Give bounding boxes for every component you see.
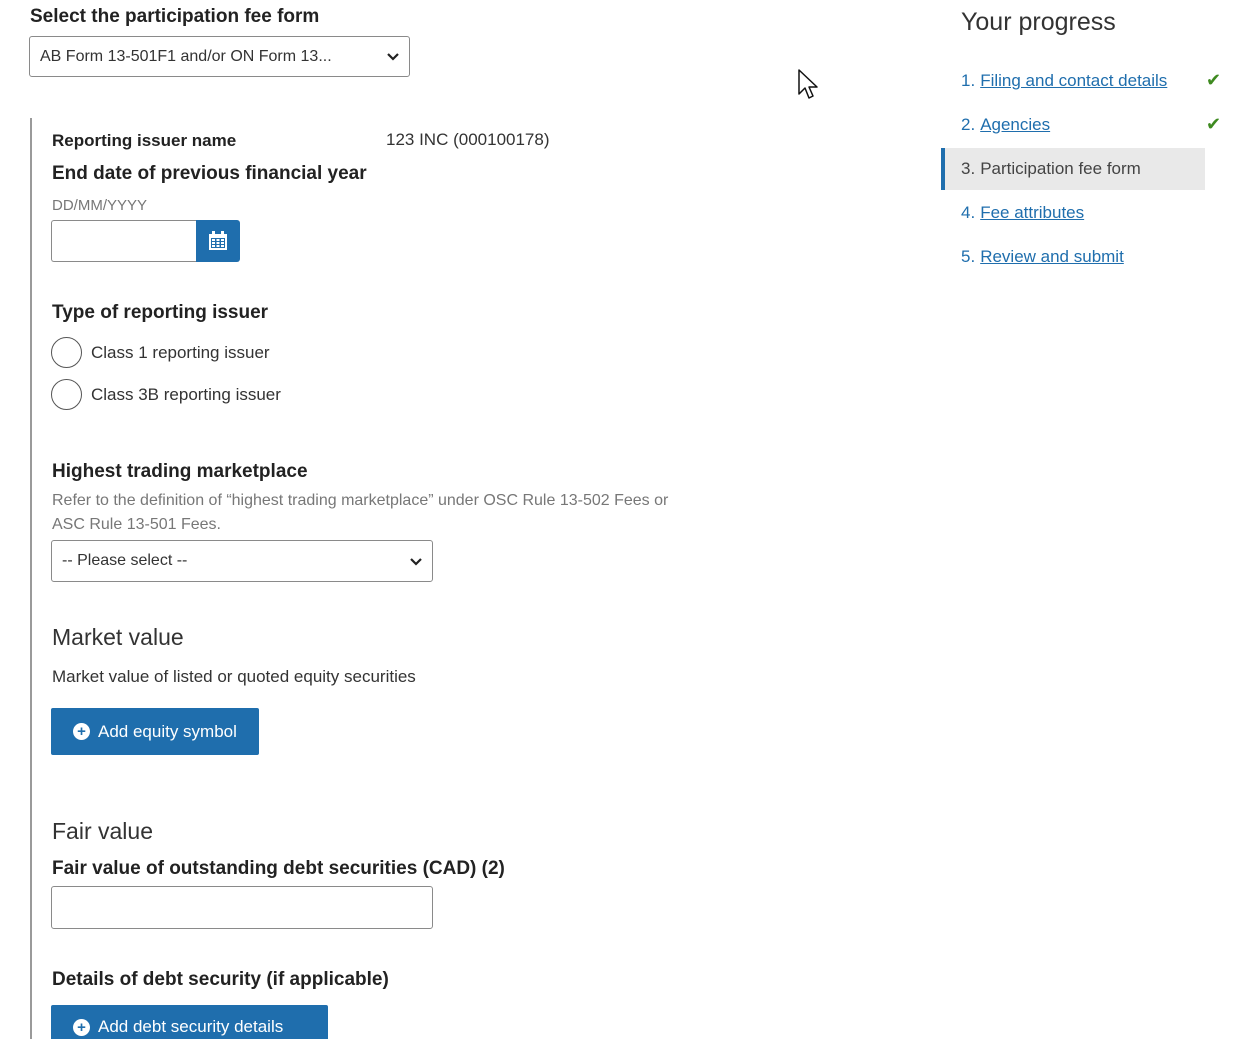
step-number: 5. xyxy=(961,247,976,266)
fair-value-heading: Fair value xyxy=(52,818,153,844)
plus-circle-icon: + xyxy=(73,1018,90,1036)
marketplace-hint-line-2: ASC Rule 13-501 Fees. xyxy=(52,516,221,533)
progress-step-agencies[interactable]: 2. Agencies xyxy=(941,104,1205,146)
radio-button[interactable] xyxy=(51,379,82,410)
radio-button[interactable] xyxy=(51,337,82,368)
fair-value-field-label: Fair value of outstanding debt securitie… xyxy=(52,858,505,879)
marketplace-label: Highest trading marketplace xyxy=(52,461,308,482)
end-date-label: End date of previous financial year xyxy=(52,163,367,184)
progress-title: Your progress xyxy=(961,8,1116,36)
step-label-current: Participation fee form xyxy=(980,159,1141,178)
debt-details-label: Details of debt security (if applicable) xyxy=(52,969,389,990)
step-link[interactable]: Review and submit xyxy=(980,247,1124,267)
market-value-heading: Market value xyxy=(52,624,184,650)
progress-step-participation-fee-form[interactable]: 3. Participation fee form xyxy=(941,148,1205,190)
market-value-description: Market value of listed or quoted equity … xyxy=(52,667,416,686)
fair-value-input[interactable] xyxy=(51,886,433,929)
chevron-down-icon xyxy=(387,49,399,64)
marketplace-select-value: -- Please select -- xyxy=(62,552,188,569)
calendar-button[interactable] xyxy=(196,220,240,262)
radio-label: Class 1 reporting issuer xyxy=(91,342,270,362)
progress-step-fee-attributes[interactable]: 4. Fee attributes xyxy=(941,192,1205,234)
step-number: 1. xyxy=(961,71,976,90)
add-debt-security-details-label: Add debt security details xyxy=(98,1017,284,1036)
step-number: 3. xyxy=(961,159,976,178)
marketplace-hint-line-1: Refer to the definition of “highest trad… xyxy=(52,492,669,509)
step-link[interactable]: Filing and contact details xyxy=(980,71,1167,91)
marketplace-dropdown[interactable]: -- Please select -- xyxy=(51,540,433,582)
progress-step-filing[interactable]: 1. Filing and contact details xyxy=(941,60,1205,102)
add-equity-symbol-label: Add equity symbol xyxy=(98,721,237,741)
issuer-type-label: Type of reporting issuer xyxy=(52,302,269,323)
chevron-down-icon xyxy=(410,554,422,569)
progress-step-review-submit[interactable]: 5. Review and submit xyxy=(941,236,1205,278)
section-divider-line xyxy=(30,118,32,1039)
step-number: 4. xyxy=(961,203,976,222)
radio-class-3b[interactable]: Class 3B reporting issuer xyxy=(51,379,281,410)
plus-circle-icon: + xyxy=(73,723,90,740)
date-format-hint: DD/MM/YYYY xyxy=(52,197,148,214)
checkmark-icon: ✔ xyxy=(1206,70,1222,90)
step-link[interactable]: Fee attributes xyxy=(980,203,1084,223)
issuer-name-value: 123 INC (000100178) xyxy=(386,130,550,149)
form-select-dropdown[interactable]: AB Form 13-501F1 and/or ON Form 13... xyxy=(29,36,410,77)
step-number: 2. xyxy=(961,115,976,134)
add-debt-security-details-button[interactable]: + Add debt security details xyxy=(51,1005,328,1039)
form-select-value: AB Form 13-501F1 and/or ON Form 13... xyxy=(40,47,332,65)
checkmark-icon: ✔ xyxy=(1206,114,1222,134)
calendar-icon xyxy=(209,231,227,250)
form-select-label: Select the participation fee form xyxy=(30,6,320,27)
mouse-cursor-icon xyxy=(798,69,818,99)
step-link[interactable]: Agencies xyxy=(980,115,1050,135)
radio-class-1[interactable]: Class 1 reporting issuer xyxy=(51,337,270,368)
add-equity-symbol-button[interactable]: + Add equity symbol xyxy=(51,708,259,755)
issuer-name-label: Reporting issuer name xyxy=(52,131,237,150)
end-date-input[interactable] xyxy=(51,220,197,262)
radio-label: Class 3B reporting issuer xyxy=(91,384,281,404)
